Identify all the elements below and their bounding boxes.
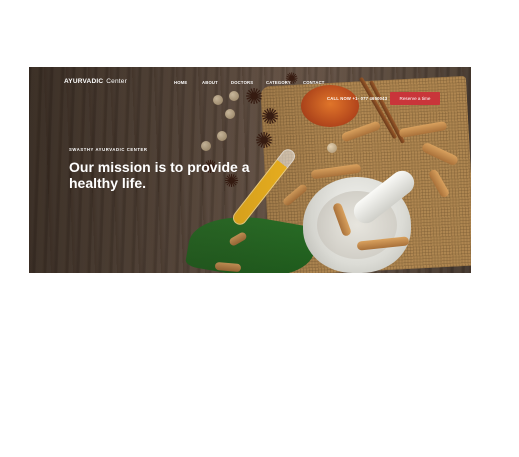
nav-category[interactable]: CATEGORY: [266, 80, 303, 85]
page: ✺ ✺ ✺ ✺ ✺ ✺ AYURVADIC Center HOME ABOUT D…: [0, 0, 519, 457]
call-now-phone[interactable]: CALL NOW +1- 077 4650043: [327, 96, 387, 101]
hero-banner: ✺ ✺ ✺ ✺ ✺ ✺ AYURVADIC Center HOME ABOUT D…: [29, 67, 471, 273]
hero-headline: Our mission is to provide a healthy life…: [69, 159, 250, 191]
nav-contact[interactable]: CONTACT: [303, 80, 333, 85]
nutmeg: [225, 109, 235, 119]
star-anise: ✺: [255, 129, 274, 154]
logo-text-secondary: Center: [106, 78, 127, 85]
nav-home[interactable]: HOME: [174, 80, 202, 85]
logo-text-primary: AYURVADIC: [64, 78, 104, 85]
main-menu: HOME ABOUT DOCTORS CATEGORY CONTACT: [174, 80, 333, 85]
nav-about[interactable]: ABOUT: [202, 80, 231, 85]
site-logo[interactable]: AYURVADIC Center: [64, 78, 127, 85]
reserve-a-time-button[interactable]: Reserve a time: [390, 92, 440, 105]
top-navigation: AYURVADIC Center HOME ABOUT DOCTORS CATEG…: [29, 67, 471, 105]
hero-eyebrow: SWASTHY AYURVADIC CENTER: [69, 147, 148, 152]
nav-doctors[interactable]: DOCTORS: [231, 80, 266, 85]
nutmeg: [201, 141, 211, 151]
nutmeg: [217, 131, 227, 141]
nutmeg: [327, 143, 337, 153]
star-anise: ✺: [261, 105, 280, 130]
